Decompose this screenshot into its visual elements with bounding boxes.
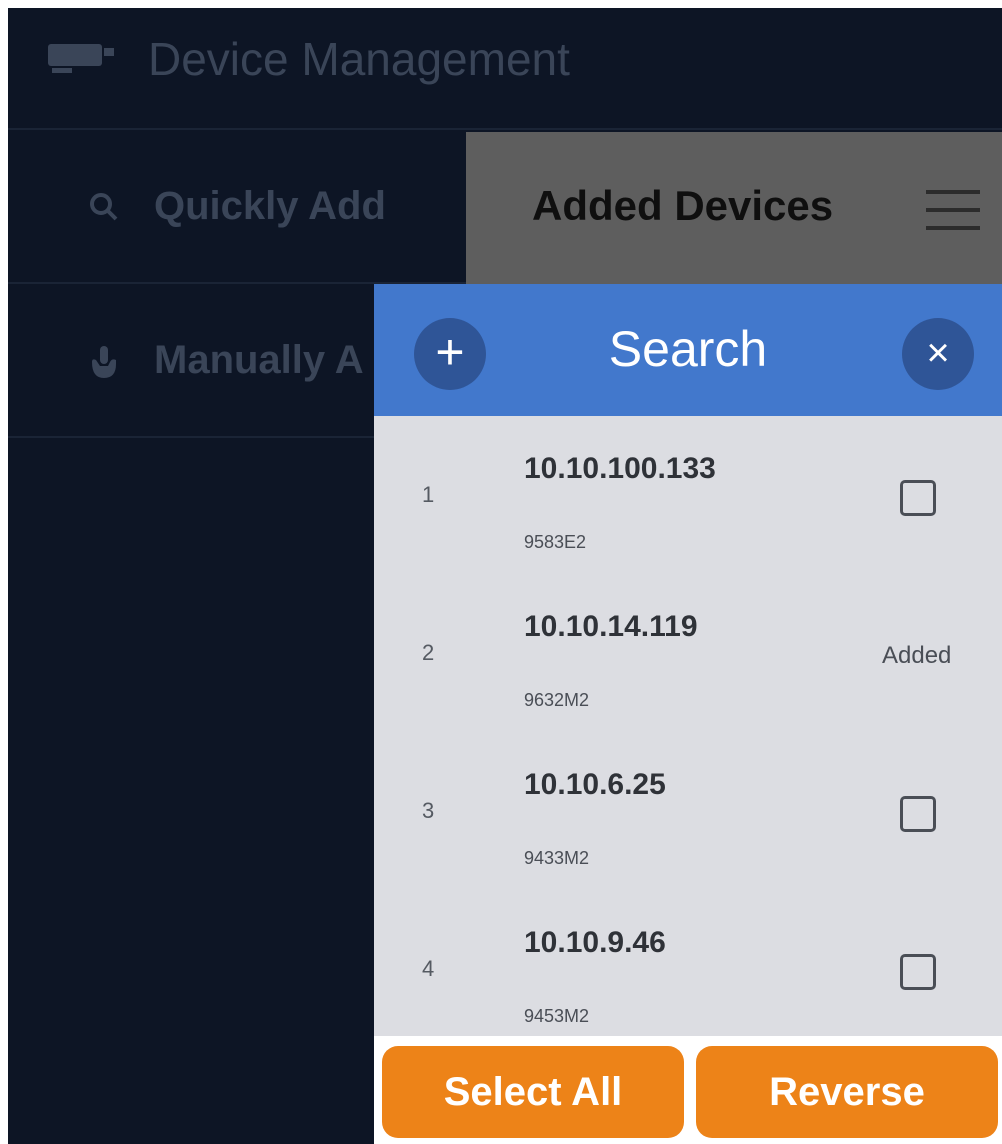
select-checkbox[interactable] <box>900 796 936 832</box>
top-bar: Device Management <box>8 8 1002 130</box>
reverse-button[interactable]: Reverse <box>696 1046 998 1138</box>
select-all-button[interactable]: Select All <box>382 1046 684 1138</box>
device-ip: 10.10.9.46 <box>524 926 666 959</box>
device-model: 9433M2 <box>524 848 590 868</box>
camera-icon <box>48 44 114 73</box>
device-ip: 10.10.14.119 <box>524 610 698 643</box>
list-item[interactable]: 1 10.10.100.133 9583E2 <box>374 416 1002 574</box>
device-model: 9453M2 <box>524 1006 590 1026</box>
select-checkbox[interactable] <box>900 954 936 990</box>
search-dialog: + Search × 1 10.10.100.133 9583E2 2 10.1… <box>374 284 1002 1144</box>
row-number: 2 <box>422 640 435 665</box>
tab-label: Added Devices <box>532 182 834 229</box>
list-item: 2 10.10.14.119 9632M2 Added <box>374 574 1002 732</box>
menu-item-label: Manually A <box>154 338 364 382</box>
search-icon <box>90 193 118 221</box>
device-ip: 10.10.6.25 <box>524 768 666 801</box>
dialog-header: + Search × <box>374 284 1002 416</box>
select-checkbox[interactable] <box>900 480 936 516</box>
page-title: Device Management <box>148 33 570 85</box>
device-list: 1 10.10.100.133 9583E2 2 10.10.14.119 96… <box>374 416 1002 1048</box>
tab-added-devices[interactable]: Added Devices <box>466 132 1002 284</box>
menu-item-label: Quickly Add <box>154 184 386 228</box>
hamburger-icon[interactable] <box>926 190 980 230</box>
list-item[interactable]: 4 10.10.9.46 9453M2 <box>374 890 1002 1048</box>
row-number: 1 <box>422 482 435 507</box>
device-model: 9632M2 <box>524 690 590 710</box>
menu-item-quickly-add[interactable]: Quickly Add <box>8 132 468 284</box>
row-number: 4 <box>422 956 435 981</box>
row-number: 3 <box>422 798 435 823</box>
list-item[interactable]: 3 10.10.6.25 9433M2 <box>374 732 1002 890</box>
close-button[interactable]: × <box>902 318 974 390</box>
device-model: 9583E2 <box>524 532 587 552</box>
device-ip: 10.10.100.133 <box>524 452 716 485</box>
device-management-screen: Device Management Quickly Add Manually A… <box>8 8 1002 1144</box>
status-badge: Added <box>882 642 952 669</box>
dialog-footer: Select All Reverse <box>374 1036 1002 1144</box>
hand-icon <box>92 346 116 378</box>
